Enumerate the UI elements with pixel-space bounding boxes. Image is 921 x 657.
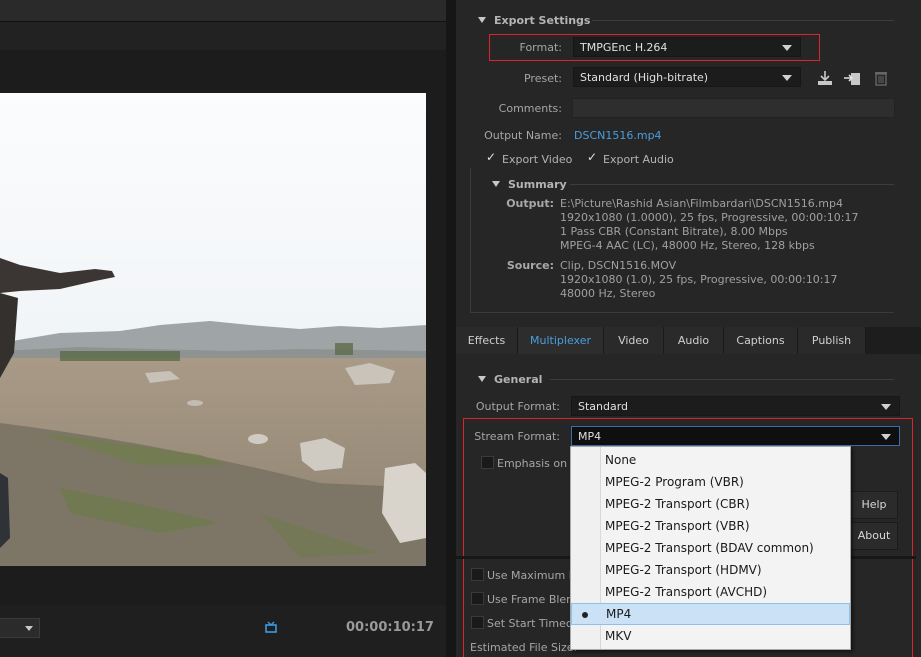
divider: [570, 184, 894, 185]
emphasis-label: Emphasis on p: [497, 457, 578, 470]
summary-source-line: 1920x1080 (1.0), 25 fps, Progressive, 00…: [560, 273, 838, 286]
use-max-render-checkbox[interactable]: [471, 568, 484, 581]
output-name-label: Output Name:: [484, 129, 562, 142]
tab-multiplexer[interactable]: Multiplexer: [518, 327, 604, 354]
divider: [592, 20, 894, 21]
preview-header: [0, 0, 446, 22]
export-audio-checkbox[interactable]: Export Audio: [587, 150, 674, 166]
comments-input[interactable]: [572, 98, 895, 118]
fit-frame-icon[interactable]: [264, 621, 278, 635]
export-video-checkbox[interactable]: Export Video: [486, 150, 573, 166]
summary-source-line: Clip, DSCN1516.MOV: [560, 259, 677, 272]
stream-format-label: Stream Format:: [474, 430, 560, 443]
preview-toolbar: [0, 22, 446, 50]
preset-label: Preset:: [523, 72, 562, 85]
chevron-down-icon: [881, 404, 891, 410]
radio-bullet-icon: [582, 612, 588, 618]
set-start-timecode-label: Set Start Timeco: [487, 617, 579, 630]
output-format-value: Standard: [578, 400, 629, 413]
list-item-none[interactable]: None: [571, 449, 850, 471]
checkmark-icon: [486, 150, 498, 165]
comments-label: Comments:: [498, 102, 562, 115]
export-settings-heading[interactable]: Export Settings: [478, 14, 590, 27]
preview-panel: 00:00:10:17: [0, 0, 456, 657]
use-max-render-label: Use Maximum Re: [487, 569, 583, 582]
use-frame-blending-label: Use Frame Blend: [487, 593, 581, 606]
format-value: TMPGEnc H.264: [580, 41, 668, 54]
delete-preset-icon[interactable]: [874, 70, 888, 86]
import-preset-icon[interactable]: [843, 70, 861, 86]
preset-value: Standard (High-bitrate): [580, 71, 709, 84]
summary-source-line: 48000 Hz, Stereo: [560, 287, 656, 300]
list-item-mpeg2-program-vbr[interactable]: MPEG-2 Program (VBR): [571, 471, 850, 493]
stream-format-options-list: None MPEG-2 Program (VBR) MPEG-2 Transpo…: [570, 446, 851, 650]
export-settings-heading-label: Export Settings: [494, 14, 591, 27]
list-item-mkv[interactable]: MKV: [571, 625, 850, 647]
group-border: [470, 168, 471, 313]
summary-source-label: Source:: [506, 259, 554, 272]
list-item-mp4-selected[interactable]: MP4: [571, 603, 850, 625]
preview-image: [0, 93, 426, 566]
summary-output-label: Output:: [506, 197, 554, 210]
summary-heading-label: Summary: [508, 178, 567, 191]
format-dropdown[interactable]: TMPGEnc H.264: [573, 37, 801, 57]
output-name-link[interactable]: DSCN1516.mp4: [574, 129, 662, 142]
emphasis-checkbox[interactable]: [481, 456, 494, 469]
save-preset-icon[interactable]: [816, 70, 834, 86]
summary-heading[interactable]: Summary: [492, 178, 567, 191]
collapse-triangle-icon: [478, 376, 486, 382]
list-item-mpeg2-transport-bdav[interactable]: MPEG-2 Transport (BDAV common): [571, 537, 850, 559]
chevron-down-icon: [25, 626, 33, 631]
tab-audio[interactable]: Audio: [664, 327, 724, 354]
output-format-label: Output Format:: [475, 400, 560, 413]
tab-effects[interactable]: Effects: [456, 327, 518, 354]
set-start-timecode-checkbox[interactable]: [471, 616, 484, 629]
list-item-mpeg2-transport-cbr[interactable]: MPEG-2 Transport (CBR): [571, 493, 850, 515]
general-heading[interactable]: General: [478, 373, 542, 386]
preset-dropdown[interactable]: Standard (High-bitrate): [573, 67, 801, 87]
summary-output-line: MPEG-4 AAC (LC), 48000 Hz, Stereo, 128 k…: [560, 239, 815, 252]
current-timecode[interactable]: 00:00:10:17: [346, 620, 434, 635]
about-button[interactable]: About: [850, 522, 898, 550]
summary-output-line: 1920x1080 (1.0000), 25 fps, Progressive,…: [560, 211, 859, 224]
format-label: Format:: [519, 41, 562, 54]
tab-captions[interactable]: Captions: [724, 327, 798, 354]
stream-format-dropdown[interactable]: MP4: [571, 426, 900, 446]
checkmark-icon: [587, 150, 599, 165]
use-frame-blending-checkbox[interactable]: [471, 592, 484, 605]
group-border: [470, 312, 894, 313]
estimated-file-size-label: Estimated File Size:: [470, 641, 578, 654]
summary-output-line: 1 Pass CBR (Constant Bitrate), 8.00 Mbps: [560, 225, 788, 238]
export-video-label: Export Video: [502, 153, 573, 166]
list-item-label: MP4: [606, 607, 632, 621]
list-item-mpeg2-transport-avchd[interactable]: MPEG-2 Transport (AVCHD): [571, 581, 850, 603]
stream-format-value: MP4: [578, 430, 602, 443]
list-item-mpeg2-transport-vbr[interactable]: MPEG-2 Transport (VBR): [571, 515, 850, 537]
settings-tabs: Effects Multiplexer Video Audio Captions…: [456, 327, 921, 354]
tab-video[interactable]: Video: [604, 327, 664, 354]
help-button[interactable]: Help: [850, 491, 898, 519]
summary-output-line: E:\Picture\Rashid Asian\Filmbardari\DSCN…: [560, 197, 843, 210]
tab-publish[interactable]: Publish: [798, 327, 866, 354]
general-heading-label: General: [494, 373, 543, 386]
panel-divider[interactable]: [446, 0, 456, 657]
chevron-down-icon: [782, 45, 792, 51]
collapse-triangle-icon: [492, 181, 500, 187]
video-preview-frame: [0, 93, 426, 566]
divider: [550, 379, 894, 380]
chevron-down-icon: [881, 434, 891, 440]
zoom-dropdown[interactable]: [0, 618, 40, 638]
chevron-down-icon: [782, 75, 792, 81]
output-format-dropdown[interactable]: Standard: [571, 396, 900, 416]
list-item-mpeg2-transport-hdmv[interactable]: MPEG-2 Transport (HDMV): [571, 559, 850, 581]
export-audio-label: Export Audio: [603, 153, 674, 166]
collapse-triangle-icon: [478, 17, 486, 23]
